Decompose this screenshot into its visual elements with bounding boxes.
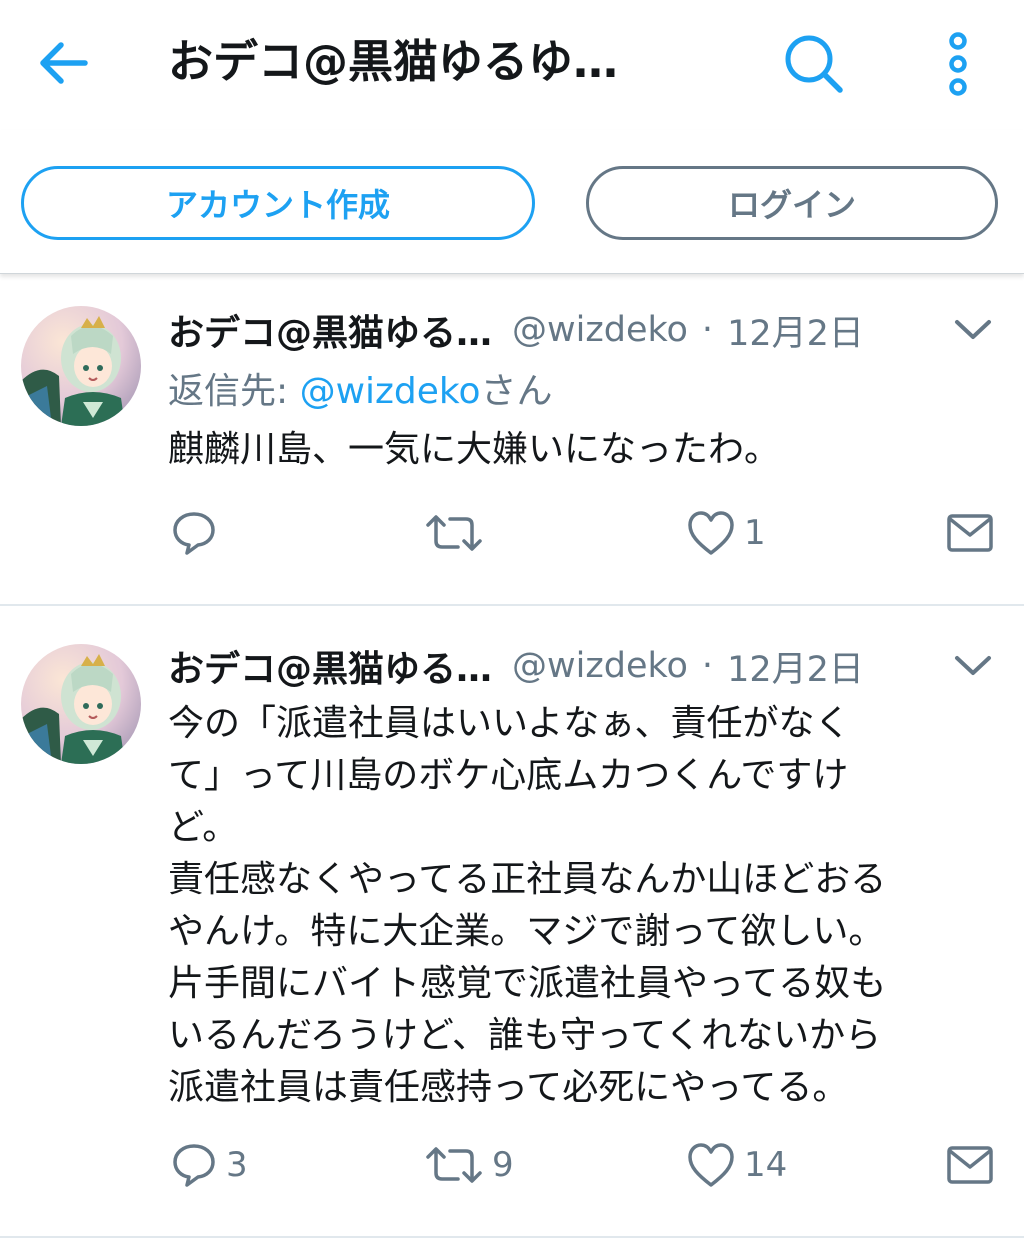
search-button[interactable] (778, 28, 848, 98)
like-button[interactable]: 14 (686, 1130, 787, 1200)
arrow-left-icon (40, 42, 88, 84)
author-name[interactable]: おデコ@黒猫ゆる… (168, 304, 492, 356)
retweet-icon (426, 515, 482, 551)
login-button[interactable]: ログイン (586, 166, 998, 240)
direct-message-button[interactable] (946, 498, 994, 568)
tweet-menu-button[interactable] (945, 308, 1001, 352)
tweet-header: おデコ@黒猫ゆる… @wizdeko · 12月2日 (168, 300, 864, 360)
avatar[interactable] (21, 306, 141, 426)
direct-message-button[interactable] (946, 1130, 994, 1200)
separator: · (701, 646, 714, 686)
more-options-button[interactable] (928, 28, 988, 100)
reply-suffix: さん (480, 371, 553, 412)
tweet-text: 今の「派遣社員はいいよなぁ、責任がなく て」って川島のボケ心底ムカつくんですけ … (168, 703, 887, 1108)
reply-context: 返信先: @wizdekoさん (168, 366, 553, 418)
reply-button[interactable]: 3 (170, 1130, 248, 1200)
like-button[interactable]: 1 (686, 498, 766, 568)
heart-icon (688, 1143, 734, 1187)
tweet[interactable]: おデコ@黒猫ゆる… @wizdeko · 12月2日 今の「派遣社員はいいよなぁ… (0, 606, 1024, 1238)
tweet-menu-button[interactable] (945, 644, 1001, 688)
back-button[interactable] (30, 30, 96, 96)
separator: · (701, 310, 714, 350)
tweet-actions: 3 9 14 (0, 1130, 1024, 1200)
top-bar: おデコ@黒猫ゆるゆ… (0, 0, 1024, 130)
tweet[interactable]: おデコ@黒猫ゆる… @wizdeko · 12月2日 返信先: @wizdeko… (0, 276, 1024, 606)
envelope-icon (947, 1146, 993, 1184)
retweet-icon (426, 1147, 482, 1183)
tweet-text: 麒麟川島、一気に大嫌いになったわ。 (168, 429, 781, 470)
author-handle[interactable]: @wizdeko (512, 310, 688, 350)
auth-bar: アカウント作成 ログイン (0, 130, 1024, 274)
search-icon (785, 35, 843, 93)
author-name[interactable]: おデコ@黒猫ゆる… (168, 640, 492, 692)
page-title: おデコ@黒猫ゆるゆ… (168, 35, 619, 88)
chevron-down-icon (955, 320, 991, 339)
tweet-date[interactable]: 12月2日 (727, 305, 864, 356)
like-count: 1 (744, 513, 766, 553)
retweet-count: 9 (492, 1145, 514, 1185)
reply-mention-link[interactable]: @wizdeko (300, 371, 481, 412)
reply-icon (173, 512, 215, 555)
avatar[interactable] (21, 644, 141, 764)
envelope-icon (947, 514, 993, 552)
reply-button[interactable] (170, 498, 226, 568)
author-handle[interactable]: @wizdeko (512, 646, 688, 686)
avatar-image (21, 306, 141, 426)
create-account-button[interactable]: アカウント作成 (21, 166, 535, 240)
reply-prefix: 返信先: (168, 371, 300, 412)
heart-icon (688, 511, 734, 555)
like-count: 14 (744, 1145, 788, 1185)
avatar-image (21, 644, 141, 764)
reply-icon (173, 1144, 215, 1187)
more-vertical-icon (949, 32, 967, 96)
chevron-down-icon (955, 656, 991, 675)
retweet-button[interactable]: 9 (424, 1130, 514, 1200)
reply-count: 3 (226, 1145, 248, 1185)
tweet-actions: 1 (0, 498, 1024, 568)
tweet-header: おデコ@黒猫ゆる… @wizdeko · 12月2日 (168, 636, 864, 696)
retweet-button[interactable] (424, 498, 492, 568)
tweet-date[interactable]: 12月2日 (727, 641, 864, 692)
